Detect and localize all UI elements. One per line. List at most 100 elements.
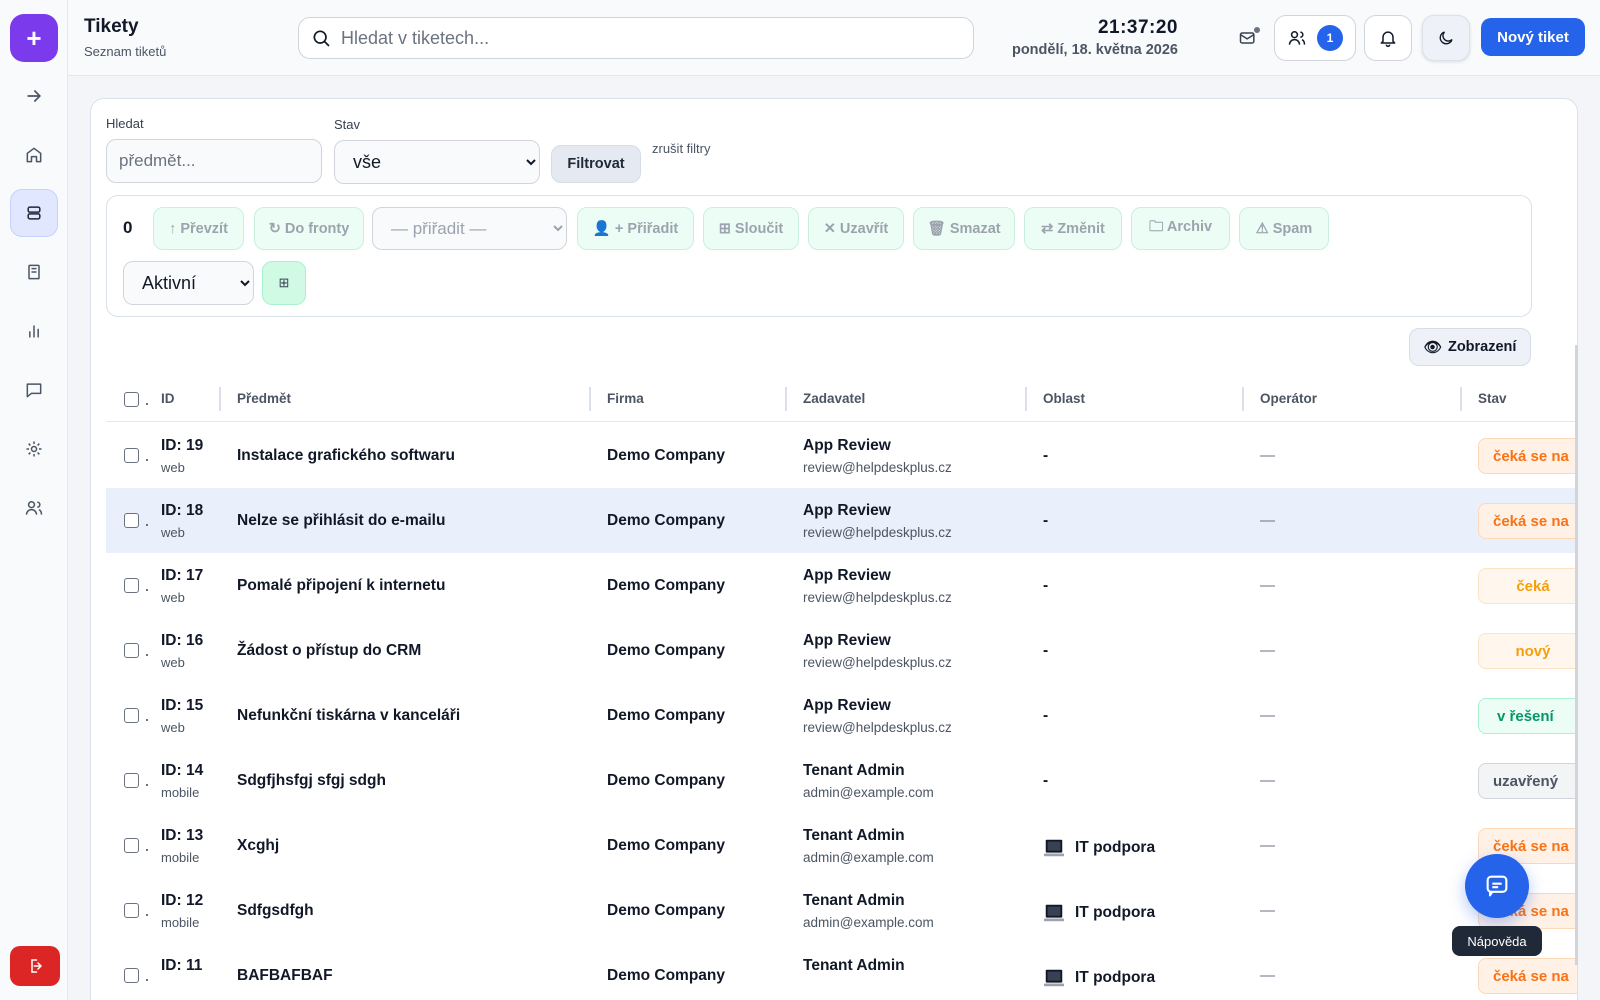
new-ticket-button[interactable]: Nový tiket xyxy=(1481,18,1585,56)
ticket-requester-email: review@helpdeskplus.cz xyxy=(803,720,952,735)
column-resizer[interactable] xyxy=(1025,387,1027,411)
ticket-subject[interactable]: BAFBAFBAF xyxy=(237,967,333,985)
archive-button[interactable]: 🗀 Archiv xyxy=(1131,207,1230,250)
view-options-button[interactable]: 👁 Zobrazení xyxy=(1409,328,1531,366)
ticket-subject[interactable]: Pomalé připojení k internetu xyxy=(237,577,445,595)
table-row[interactable]: ID: 15 web Nefunkční tiskárna v kanceláři D… xyxy=(106,683,1577,749)
status-filter-select[interactable]: vše xyxy=(334,140,540,184)
ticket-subject[interactable]: Sdgfjhsfgj sfgj sdgh xyxy=(237,772,386,790)
close-tickets-button[interactable]: ✕ Uzavřít xyxy=(808,207,904,250)
column-header-subject[interactable]: Předmět xyxy=(237,391,291,406)
assign-select[interactable]: — přiřadit — xyxy=(372,207,567,250)
ticket-id[interactable]: ID: 13 xyxy=(161,827,203,845)
spam-button[interactable]: ⚠ Spam xyxy=(1239,207,1329,250)
global-search-input[interactable] xyxy=(341,27,941,49)
column-header-status[interactable]: Stav xyxy=(1478,391,1507,406)
ticket-subject[interactable]: Instalace grafického softwaru xyxy=(237,447,455,465)
column-resizer[interactable] xyxy=(589,387,591,411)
row-checkbox[interactable] xyxy=(124,448,139,463)
row-checkbox[interactable] xyxy=(124,643,139,658)
area-cell: - xyxy=(1043,642,1048,660)
table-row[interactable]: ID: 13 mobile Xcghj Demo Company Tenant Admi… xyxy=(106,813,1577,879)
help-chat-button[interactable] xyxy=(1465,854,1529,918)
ticket-subject[interactable]: Xcghj xyxy=(237,837,279,855)
sidebar-item-reports[interactable] xyxy=(10,307,58,355)
clear-filters-link[interactable]: zrušit filtry xyxy=(652,141,711,156)
delete-button[interactable]: 🗑 Smazat xyxy=(913,207,1015,250)
column-resizer[interactable] xyxy=(219,387,221,411)
logout-button[interactable] xyxy=(10,946,60,986)
status-badge: čeká se na xyxy=(1478,503,1577,539)
ticket-id[interactable]: ID: 11 xyxy=(161,957,202,975)
sidebar-item-knowledge[interactable] xyxy=(10,248,58,296)
grid-view-button[interactable]: ⊞ xyxy=(262,261,306,305)
area-cell: - xyxy=(1043,447,1048,465)
select-all-checkbox[interactable] xyxy=(124,392,139,407)
area-cell: IT podpora xyxy=(1043,902,1155,924)
table-row[interactable]: ID: 14 mobile Sdgfjhsfgj sfgj sdgh Demo Com… xyxy=(106,748,1577,814)
table-row[interactable]: ID: 19 web Instalace grafického softwaru De… xyxy=(106,423,1577,489)
take-over-button[interactable]: ↑ Převzít xyxy=(153,207,244,250)
row-checkbox[interactable] xyxy=(124,708,139,723)
table-row[interactable]: ID: 11 BAFBAFBAF Demo Company Tenant Admin I… xyxy=(106,943,1577,1000)
ticket-id[interactable]: ID: 15 xyxy=(161,697,203,715)
row-checkbox[interactable] xyxy=(124,513,139,528)
ticket-id[interactable]: ID: 16 xyxy=(161,632,203,650)
mail-button[interactable] xyxy=(1232,22,1264,54)
dark-mode-toggle[interactable] xyxy=(1422,15,1470,61)
subject-search-input[interactable] xyxy=(106,139,322,183)
column-header-id[interactable]: ID xyxy=(161,391,175,406)
column-header-area[interactable]: Oblast xyxy=(1043,391,1085,406)
row-checkbox[interactable] xyxy=(124,903,139,918)
ticket-id[interactable]: ID: 17 xyxy=(161,567,203,585)
online-users-button[interactable]: 1 xyxy=(1274,15,1356,61)
ticket-subject[interactable]: Nefunkční tiskárna v kanceláři xyxy=(237,707,460,725)
ticket-id[interactable]: ID: 18 xyxy=(161,502,203,520)
row-checkbox[interactable] xyxy=(124,578,139,593)
ticket-company: Demo Company xyxy=(607,837,725,854)
global-search[interactable] xyxy=(298,17,974,59)
table-row[interactable]: ID: 16 web Žádost o přístup do CRM Demo Com… xyxy=(106,618,1577,684)
book-icon xyxy=(28,264,40,280)
column-header-operator[interactable]: Operátor xyxy=(1260,391,1317,406)
column-header-company[interactable]: Firma xyxy=(607,391,644,406)
expand-sidebar-icon[interactable] xyxy=(10,72,58,120)
sidebar-item-chat[interactable] xyxy=(10,366,58,414)
ticket-id[interactable]: ID: 14 xyxy=(161,762,203,780)
merge-button[interactable]: ⊞ Sloučit xyxy=(703,207,799,250)
notifications-button[interactable] xyxy=(1364,15,1412,61)
scope-select[interactable]: Aktivní xyxy=(123,261,254,305)
tickets-card: Hledat Stav vše Filtrovat zrušit filtry … xyxy=(90,98,1578,1000)
table-row[interactable]: ID: 12 mobile Sdfgsdfgh Demo Company Tenant … xyxy=(106,878,1577,944)
sidebar-item-users[interactable] xyxy=(10,484,58,532)
quick-create-button[interactable]: + xyxy=(10,14,58,62)
row-checkbox[interactable] xyxy=(124,773,139,788)
area-cell: - xyxy=(1043,707,1048,725)
table-row[interactable]: ID: 18 web Nelze se přihlásit do e-mailu De… xyxy=(106,488,1577,554)
ticket-subject[interactable]: Sdfgsdfgh xyxy=(237,902,314,920)
ticket-operator: — xyxy=(1260,772,1275,789)
ticket-subject[interactable]: Nelze se přihlásit do e-mailu xyxy=(237,512,445,530)
ticket-operator: — xyxy=(1260,902,1275,919)
column-resizer[interactable] xyxy=(785,387,787,411)
column-header-requester[interactable]: Zadavatel xyxy=(803,391,865,406)
chat-bubble-icon xyxy=(1486,875,1508,897)
sidebar-item-home[interactable] xyxy=(10,131,58,179)
to-queue-button[interactable]: ↻ Do fronty xyxy=(254,207,364,250)
vertical-scrollbar[interactable] xyxy=(1575,345,1578,965)
ticket-id[interactable]: ID: 19 xyxy=(161,437,203,455)
table-row[interactable]: ID: 17 web Pomalé připojení k internetu Dem… xyxy=(106,553,1577,619)
sidebar-item-tickets[interactable] xyxy=(10,189,58,237)
ticket-id[interactable]: ID: 12 xyxy=(161,892,203,910)
filter-button[interactable]: Filtrovat xyxy=(551,145,641,183)
column-resizer[interactable] xyxy=(1242,387,1244,411)
column-resizer[interactable] xyxy=(1460,387,1462,411)
ticket-source: mobile xyxy=(161,915,200,930)
row-checkbox[interactable] xyxy=(124,838,139,853)
ticket-requester-email: admin@example.com xyxy=(803,785,934,800)
sidebar-item-settings[interactable] xyxy=(10,425,58,473)
assign-button[interactable]: 👤 + Přiřadit xyxy=(577,207,694,250)
ticket-subject[interactable]: Žádost o přístup do CRM xyxy=(237,642,421,660)
change-button[interactable]: ⇄ Změnit xyxy=(1024,207,1122,250)
row-checkbox[interactable] xyxy=(124,968,139,983)
